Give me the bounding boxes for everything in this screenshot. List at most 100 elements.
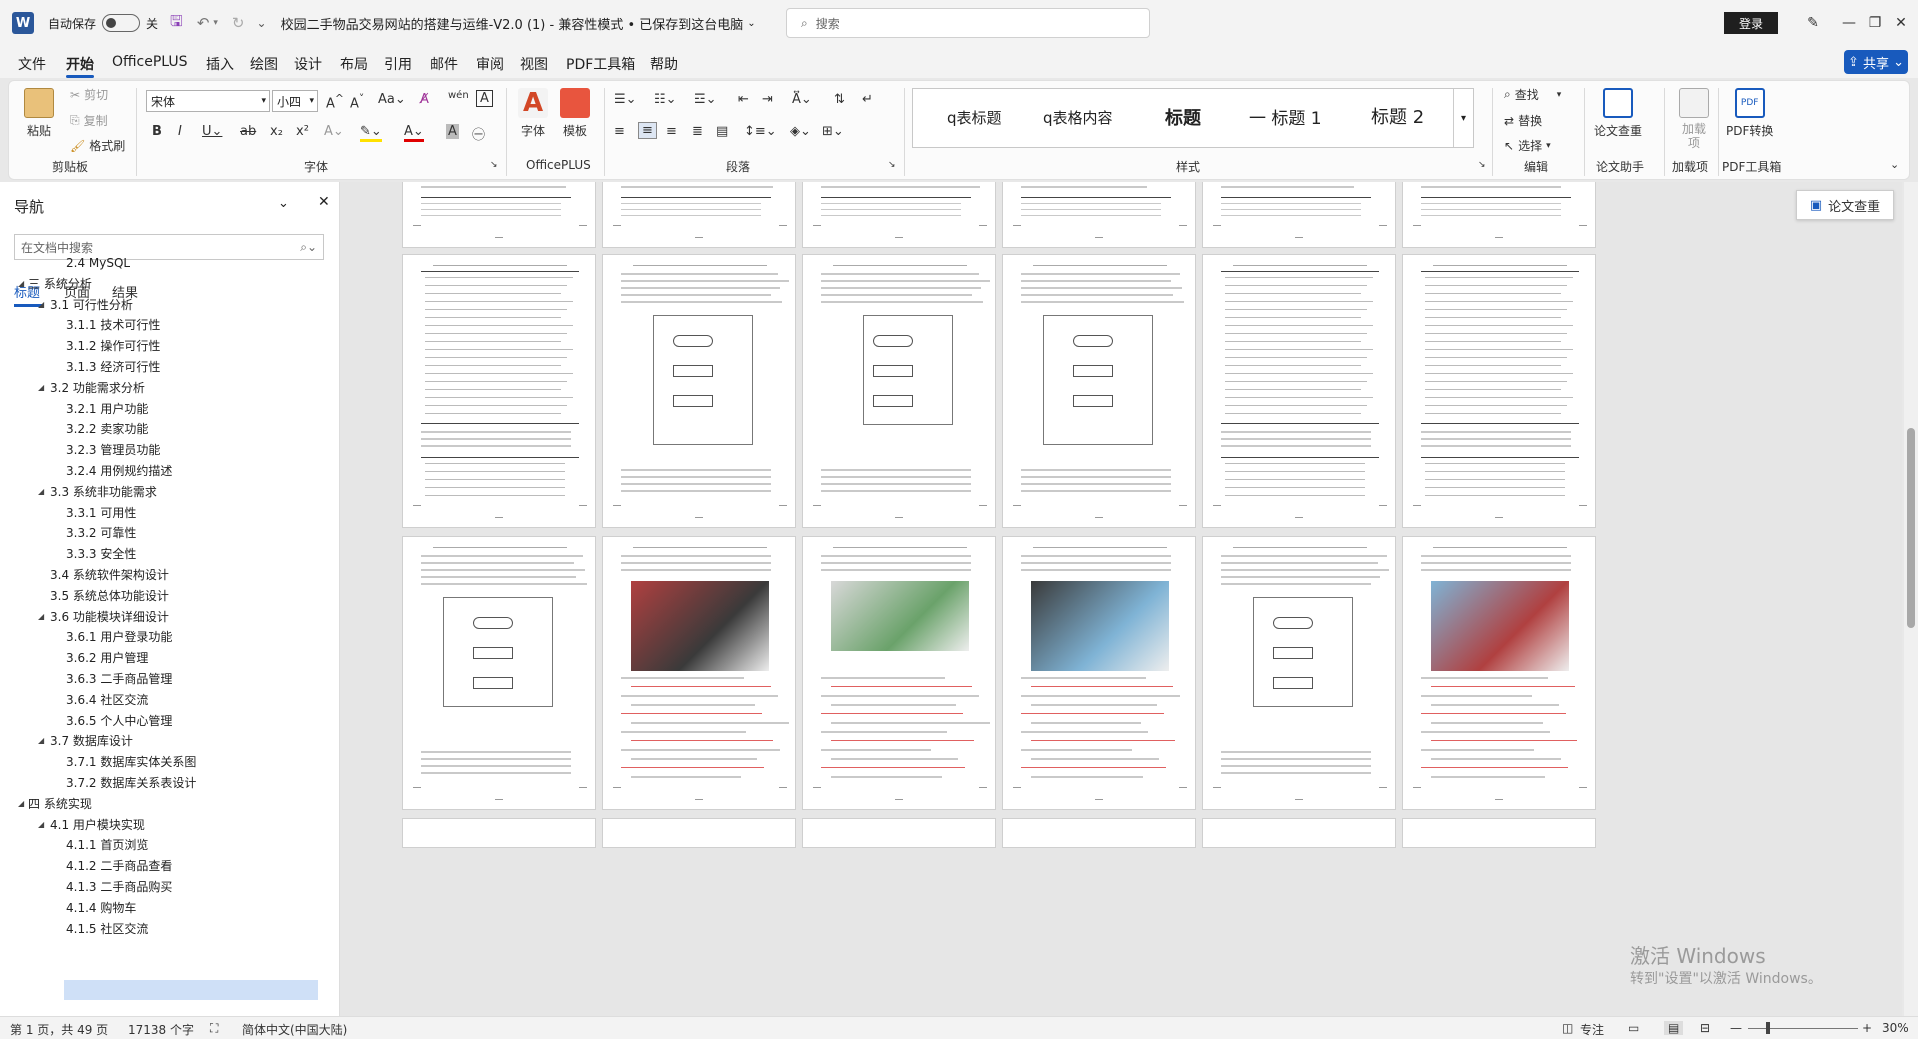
- page-thumbnail[interactable]: [1002, 182, 1196, 248]
- zoom-slider[interactable]: [1748, 1028, 1858, 1029]
- page-thumbnail[interactable]: [1002, 536, 1196, 810]
- page-thumbnail[interactable]: [802, 182, 996, 248]
- enclose-char-icon[interactable]: ㊀: [472, 124, 485, 143]
- menu-view[interactable]: 视图: [520, 54, 548, 74]
- style-table-title[interactable]: q表标题: [947, 107, 1002, 128]
- word-count[interactable]: 17138 个字: [128, 1021, 194, 1038]
- nav-heading-item[interactable]: 3.2 功能需求分析: [50, 379, 145, 397]
- style-title[interactable]: 标题: [1165, 104, 1201, 130]
- nav-heading-item[interactable]: 2.4 MySQL: [66, 254, 130, 272]
- replace-button[interactable]: ⇄ 替换: [1504, 112, 1542, 129]
- nav-heading-item[interactable]: 3.4 系统软件架构设计: [50, 566, 169, 584]
- underline-icon[interactable]: U⌄: [202, 124, 222, 139]
- nav-heading-item[interactable]: 3.3.2 可靠性: [66, 524, 136, 542]
- nav-heading-item[interactable]: 4.1.3 二手商品购买: [66, 878, 172, 896]
- menu-draw[interactable]: 绘图: [250, 54, 278, 74]
- show-marks-icon[interactable]: ↵: [862, 92, 873, 107]
- login-button[interactable]: 登录: [1724, 12, 1778, 34]
- menu-layout[interactable]: 布局: [340, 54, 368, 74]
- page-thumbnail[interactable]: [1202, 818, 1396, 848]
- nav-heading-item[interactable]: 3.2.4 用例规约描述: [66, 462, 172, 480]
- nav-heading-item[interactable]: 3.3 系统非功能需求: [50, 483, 157, 501]
- nav-heading-item[interactable]: 4.1.5 社区交流: [66, 920, 148, 938]
- menu-review[interactable]: 审阅: [476, 54, 504, 74]
- page-count[interactable]: 第 1 页，共 49 页: [10, 1021, 108, 1038]
- document-title[interactable]: 校园二手物品交易网站的搭建与运维-V2.0 (1) - 兼容性模式 • 已保存到…: [281, 14, 744, 33]
- collapse-triangle-icon[interactable]: ◢: [18, 799, 24, 808]
- grow-font-icon[interactable]: A^: [326, 92, 344, 111]
- page-thumbnail[interactable]: [602, 536, 796, 810]
- nav-heading-item[interactable]: 3.1 可行性分析: [50, 296, 133, 314]
- page-thumbnail[interactable]: [402, 182, 596, 248]
- nav-heading-item[interactable]: 3.1.3 经济可行性: [66, 358, 160, 376]
- redo-icon[interactable]: ↻: [232, 14, 245, 32]
- nav-heading-item[interactable]: 3.3.1 可用性: [66, 504, 136, 522]
- zoom-slider-thumb[interactable]: [1766, 1022, 1770, 1034]
- print-layout-icon[interactable]: ▤: [1664, 1021, 1684, 1035]
- undo-dropdown-icon[interactable]: ▾: [213, 18, 218, 28]
- share-button[interactable]: ⇪ 共享 ⌄: [1844, 50, 1908, 74]
- nav-heading-item[interactable]: 4.1.1 首页浏览: [66, 836, 148, 854]
- zoom-out-icon[interactable]: —: [1730, 1021, 1742, 1035]
- nav-options-icon[interactable]: ⌄: [278, 196, 289, 211]
- increase-indent-icon[interactable]: ⇥: [762, 92, 773, 107]
- zoom-in-icon[interactable]: +: [1862, 1021, 1872, 1035]
- close-icon[interactable]: ✕: [1878, 0, 1918, 46]
- italic-icon[interactable]: I: [178, 124, 182, 139]
- collapse-triangle-icon[interactable]: ◢: [38, 612, 44, 621]
- page-thumbnail[interactable]: [802, 818, 996, 848]
- multilevel-list-icon[interactable]: ☲⌄: [694, 92, 717, 107]
- chinese-layout-icon[interactable]: A⃡⌄: [792, 92, 812, 107]
- nav-heading-item[interactable]: 3.6.4 社区交流: [66, 691, 148, 709]
- nav-heading-item[interactable]: 3.6.2 用户管理: [66, 649, 148, 667]
- menu-help[interactable]: 帮助: [650, 54, 678, 74]
- nav-heading-item[interactable]: 三 系统分析: [28, 275, 92, 293]
- accessibility-icon[interactable]: ⛶: [210, 1021, 218, 1036]
- page-thumbnail[interactable]: [402, 818, 596, 848]
- menu-officeplus[interactable]: OfficePLUS: [112, 54, 188, 70]
- language-indicator[interactable]: 简体中文(中国大陆): [242, 1021, 347, 1038]
- customize-qat-icon[interactable]: ⌄: [257, 16, 267, 30]
- pdf-convert-button[interactable]: PDF PDF转换: [1726, 88, 1773, 139]
- collapse-ribbon-icon[interactable]: ⌄: [1890, 158, 1899, 171]
- page-thumbnail[interactable]: [1402, 536, 1596, 810]
- nav-heading-item[interactable]: 3.1.2 操作可行性: [66, 337, 160, 355]
- page-thumbnail[interactable]: [1402, 254, 1596, 528]
- align-right-icon[interactable]: ≡: [666, 124, 677, 139]
- sort-icon[interactable]: ⇅: [834, 92, 845, 107]
- page-thumbnail[interactable]: [1202, 254, 1396, 528]
- focus-icon[interactable]: ◫: [1562, 1021, 1573, 1035]
- menu-home[interactable]: 开始: [66, 54, 94, 74]
- nav-heading-item[interactable]: 4.1.2 二手商品查看: [66, 857, 172, 875]
- nav-heading-item[interactable]: 3.1.1 技术可行性: [66, 316, 160, 334]
- char-shading-icon[interactable]: A: [446, 124, 459, 139]
- highlight-icon[interactable]: ✎⌄: [360, 124, 382, 142]
- nav-close-icon[interactable]: ✕: [318, 194, 330, 210]
- zoom-level[interactable]: 30%: [1882, 1021, 1909, 1035]
- read-mode-icon[interactable]: ▭: [1628, 1021, 1639, 1035]
- autosave-toggle[interactable]: [102, 14, 141, 32]
- dialog-launcher-icon[interactable]: ↘: [490, 160, 498, 170]
- dialog-launcher-icon[interactable]: ↘: [888, 160, 896, 170]
- thesis-check-floating-button[interactable]: ▣ 论文查重: [1796, 190, 1894, 220]
- copy-button[interactable]: ⎘ 复制: [70, 112, 108, 129]
- font-name-dropdown[interactable]: 宋体 ▾: [146, 90, 270, 112]
- page-thumbnail[interactable]: [1002, 818, 1196, 848]
- scrollbar-thumb[interactable]: [1907, 428, 1915, 628]
- page-thumbnail[interactable]: [1402, 182, 1596, 248]
- style-heading-2[interactable]: 标题 2: [1371, 103, 1424, 129]
- superscript-icon[interactable]: x²: [296, 124, 309, 139]
- page-thumbnail[interactable]: [802, 536, 996, 810]
- borders-icon[interactable]: ⊞⌄: [822, 124, 844, 139]
- menu-file[interactable]: 文件: [18, 54, 46, 74]
- distributed-icon[interactable]: ▤: [716, 124, 728, 139]
- decrease-indent-icon[interactable]: ⇤: [738, 92, 749, 107]
- collapse-triangle-icon[interactable]: ◢: [38, 736, 44, 745]
- collapse-triangle-icon[interactable]: ◢: [38, 487, 44, 496]
- select-button[interactable]: ↖ 选择 ▾: [1504, 137, 1551, 154]
- search-box[interactable]: ⌕ 搜索: [786, 8, 1150, 38]
- cut-button[interactable]: ✂ 剪切: [70, 86, 108, 103]
- menu-references[interactable]: 引用: [384, 54, 412, 74]
- change-case-icon[interactable]: Aa⌄: [378, 92, 406, 107]
- thesis-check-button[interactable]: 论文查重: [1594, 88, 1642, 139]
